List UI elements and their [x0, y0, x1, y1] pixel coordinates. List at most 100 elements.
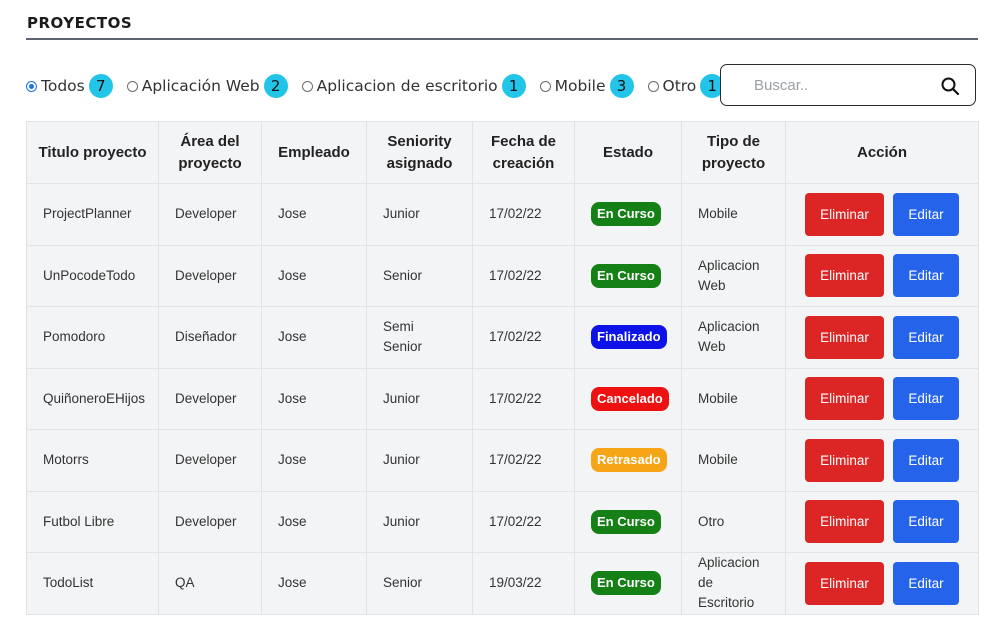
- search-box: [720, 64, 976, 106]
- filter-count-badge: 2: [263, 74, 288, 98]
- cell-empleado: Jose: [261, 183, 367, 246]
- edit-button[interactable]: Editar: [893, 254, 959, 298]
- table-row: TodoList QA Jose Senior 19/03/22 En Curso Apli…: [26, 552, 979, 615]
- cell-empleado: Jose: [261, 552, 367, 615]
- table-header-row: Titulo proyecto Área del proyecto Emplea…: [26, 121, 979, 184]
- table-body: ProjectPlanner Developer Jose Junior 17/02/2…: [26, 183, 979, 615]
- cell-empleado: Jose: [261, 306, 367, 369]
- cell-tipo: Mobile: [681, 429, 786, 492]
- header-accion: Acción: [785, 121, 979, 184]
- cell-fecha: 17/02/22: [472, 367, 575, 430]
- edit-button[interactable]: Editar: [893, 561, 959, 605]
- cell-tipo: Mobile: [681, 183, 786, 246]
- filter-label: Todos: [41, 77, 85, 95]
- filter-radio-group: Todos 7 Aplicación Web 2 Aplicacion de e…: [26, 72, 738, 100]
- filter-count-badge: 1: [501, 74, 526, 98]
- cell-accion: Eliminar Editar: [785, 306, 979, 369]
- cell-titulo: Motorrs: [26, 429, 159, 492]
- cell-accion: Eliminar Editar: [785, 490, 979, 553]
- cell-tipo: Aplicacion Web: [681, 244, 786, 307]
- cell-seniority: Senior: [366, 552, 473, 615]
- delete-button[interactable]: Eliminar: [805, 254, 884, 298]
- cell-estado: Retrasado: [574, 429, 682, 492]
- search-input[interactable]: [752, 75, 926, 95]
- page-title: PROYECTOS: [27, 14, 133, 32]
- cell-seniority: Senior: [366, 244, 473, 307]
- edit-button[interactable]: Editar: [893, 438, 959, 482]
- cell-estado: En Curso: [574, 183, 682, 246]
- delete-button[interactable]: Eliminar: [805, 438, 884, 482]
- table-row: QuiñoneroEHijos Developer Jose Junior 17/02/…: [26, 367, 979, 430]
- filter-count-badge: 3: [609, 74, 634, 98]
- filter-todos[interactable]: Todos 7: [26, 74, 113, 98]
- projects-table: Titulo proyecto Área del proyecto Emplea…: [26, 121, 979, 615]
- delete-button[interactable]: Eliminar: [805, 377, 884, 421]
- delete-button[interactable]: Eliminar: [805, 500, 884, 544]
- cell-titulo: Pomodoro: [26, 306, 159, 369]
- header-empleado: Empleado: [261, 121, 367, 184]
- cell-estado: En Curso: [574, 244, 682, 307]
- status-badge: En Curso: [591, 263, 661, 288]
- header-area-proyecto: Área del proyecto: [158, 121, 262, 184]
- filter-label: Aplicacion de escritorio: [316, 77, 498, 95]
- cell-fecha: 17/02/22: [472, 429, 575, 492]
- radio-otro[interactable]: [647, 80, 659, 92]
- header-fecha-creacion: Fecha de creación: [472, 121, 575, 184]
- delete-button[interactable]: Eliminar: [805, 315, 884, 359]
- cell-titulo: Futbol Libre: [26, 490, 159, 553]
- filter-label: Mobile: [554, 77, 606, 95]
- delete-button[interactable]: Eliminar: [805, 561, 884, 605]
- cell-titulo: TodoList: [26, 552, 159, 615]
- header-tipo-proyecto: Tipo de proyecto: [681, 121, 786, 184]
- edit-button[interactable]: Editar: [893, 192, 959, 236]
- filter-mobile[interactable]: Mobile 3: [539, 74, 634, 98]
- cell-accion: Eliminar Editar: [785, 244, 979, 307]
- edit-button[interactable]: Editar: [893, 500, 959, 544]
- cell-empleado: Jose: [261, 429, 367, 492]
- cell-fecha: 17/02/22: [472, 306, 575, 369]
- cell-area: Developer: [158, 490, 262, 553]
- filter-count-badge: 7: [88, 74, 113, 98]
- radio-todos[interactable]: [26, 80, 37, 92]
- cell-empleado: Jose: [261, 490, 367, 553]
- header-estado: Estado: [574, 121, 682, 184]
- status-badge: Retrasado: [591, 448, 667, 473]
- cell-area: QA: [158, 552, 262, 615]
- radio-aplicacion-escritorio[interactable]: [301, 80, 313, 92]
- cell-titulo: UnPocodeTodo: [26, 244, 159, 307]
- cell-titulo: ProjectPlanner: [26, 183, 159, 246]
- edit-button[interactable]: Editar: [893, 315, 959, 359]
- cell-area: Developer: [158, 244, 262, 307]
- cell-empleado: Jose: [261, 367, 367, 430]
- cell-seniority: Semi Senior: [366, 306, 473, 369]
- cell-estado: En Curso: [574, 490, 682, 553]
- cell-accion: Eliminar Editar: [785, 552, 979, 615]
- status-badge: Cancelado: [591, 386, 669, 411]
- search-icon[interactable]: [940, 76, 960, 96]
- filter-otro[interactable]: Otro 1: [647, 74, 725, 98]
- cell-area: Developer: [158, 367, 262, 430]
- cell-area: Diseñador: [158, 306, 262, 369]
- filter-label: Aplicación Web: [141, 77, 260, 95]
- radio-aplicacion-web[interactable]: [126, 80, 138, 92]
- cell-area: Developer: [158, 429, 262, 492]
- radio-mobile[interactable]: [539, 80, 551, 92]
- cell-estado: Cancelado: [574, 367, 682, 430]
- table-row: Motorrs Developer Jose Junior 17/02/22 Retras…: [26, 429, 979, 492]
- status-badge: En Curso: [591, 509, 661, 534]
- edit-button[interactable]: Editar: [893, 377, 959, 421]
- cell-seniority: Junior: [366, 490, 473, 553]
- cell-accion: Eliminar Editar: [785, 367, 979, 430]
- filter-label: Otro: [662, 77, 697, 95]
- status-badge: Finalizado: [591, 325, 667, 350]
- filter-aplicacion-web[interactable]: Aplicación Web 2: [126, 74, 288, 98]
- cell-fecha: 17/02/22: [472, 490, 575, 553]
- status-badge: En Curso: [591, 202, 661, 227]
- table-row: Futbol Libre Developer Jose Junior 17/02/22 E…: [26, 490, 979, 553]
- cell-fecha: 19/03/22: [472, 552, 575, 615]
- header-titulo-proyecto: Titulo proyecto: [26, 121, 159, 184]
- delete-button[interactable]: Eliminar: [805, 192, 884, 236]
- filter-aplicacion-escritorio[interactable]: Aplicacion de escritorio 1: [301, 74, 526, 98]
- cell-accion: Eliminar Editar: [785, 183, 979, 246]
- table-row: UnPocodeTodo Developer Jose Senior 17/02/22 E…: [26, 244, 979, 307]
